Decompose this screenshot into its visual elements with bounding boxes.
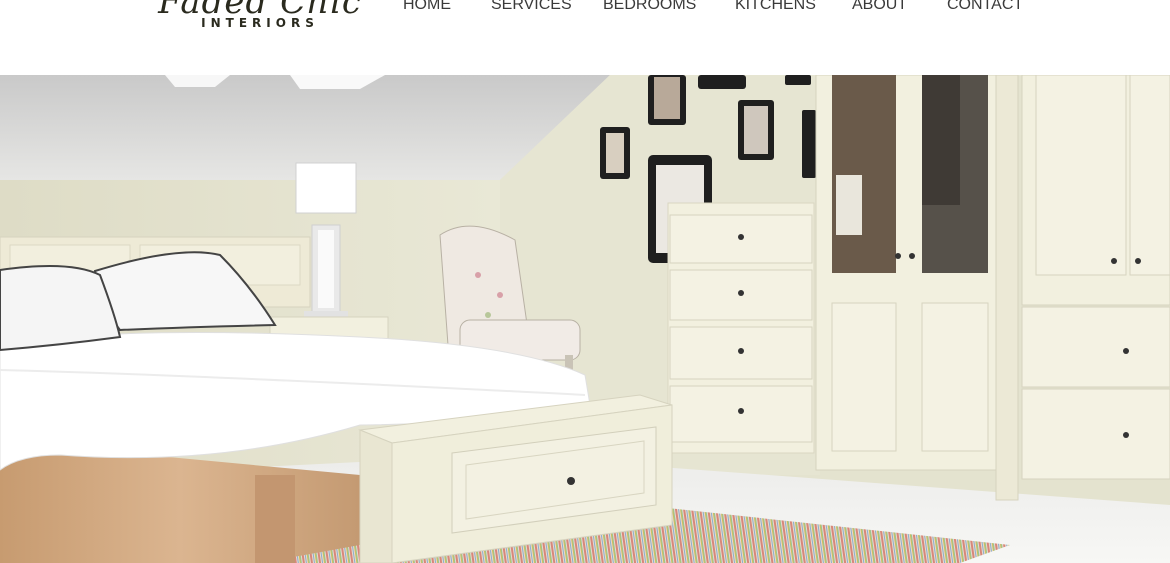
nav-item-about[interactable]: ABOUT bbox=[852, 0, 907, 14]
nav-item-bedrooms[interactable]: BEDROOMS bbox=[603, 0, 696, 14]
chest-of-drawers bbox=[667, 202, 815, 454]
pillow bbox=[0, 265, 122, 352]
bedroom-scene-illustration bbox=[0, 75, 1170, 563]
nav-item-services[interactable]: SERVICES bbox=[491, 0, 572, 14]
nav-item-contact[interactable]: CONTACT bbox=[947, 0, 1023, 14]
wardrobe bbox=[815, 75, 1170, 501]
nav-item-home[interactable]: HOME bbox=[403, 0, 451, 14]
hero-image bbox=[0, 75, 1170, 563]
nav-item-kitchens[interactable]: KITCHENS bbox=[735, 0, 816, 14]
main-navigation: HOME SERVICES BEDROOMS KITCHENS ABOUT CO… bbox=[0, 0, 1170, 20]
site-header: Faded Chic INTERIORS HOME SERVICES BEDRO… bbox=[0, 0, 1170, 75]
